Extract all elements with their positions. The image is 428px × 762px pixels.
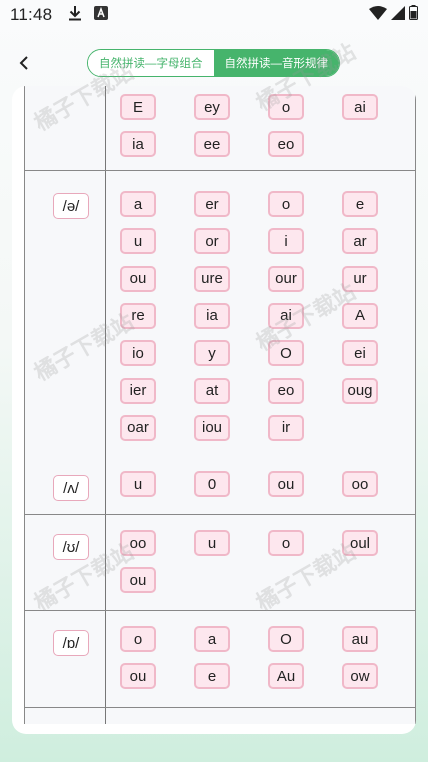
phonetic-symbol: /ɒ/ [53,630,89,656]
letter-tag[interactable]: eo [268,377,304,404]
letter-tag[interactable]: ai [342,94,378,120]
letter-tag[interactable]: o [268,191,304,217]
letter-tag[interactable]: oar [120,414,156,441]
header: 自然拼读—字母组合 自然拼读—音形规律 [0,46,428,80]
letter-tag[interactable]: oo [342,471,378,497]
back-button[interactable] [12,51,36,75]
wifi-icon [369,5,387,25]
letter-tag[interactable]: ee [194,131,230,158]
tab-sound-shape-rules[interactable]: 自然拼读—音形规律 [213,50,339,76]
letter-tag[interactable]: ia [194,302,230,329]
letter-tag[interactable]: 0 [194,471,230,497]
letter-tag[interactable]: i [268,228,304,255]
letter-tag[interactable]: ow [342,663,378,690]
letter-tag[interactable]: o [268,530,304,556]
letter-tag[interactable]: o [120,626,156,652]
letter-tag[interactable]: ir [268,414,304,441]
letter-tag[interactable]: ei [342,340,378,367]
signal-icon [391,5,405,25]
row-divider [25,514,415,515]
letter-tag[interactable]: re [120,302,156,329]
letter-tag[interactable]: ar [342,228,378,255]
letter-tag[interactable]: oug [342,377,378,404]
letter-tag[interactable]: Au [268,663,304,690]
row-divider [25,707,415,708]
letter-tag[interactable]: ier [120,377,156,404]
letter-tag[interactable]: ou [120,567,156,594]
download-icon [68,5,82,26]
letter-tag[interactable]: ey [194,94,230,120]
letter-tag[interactable]: A [342,302,378,329]
letter-tag[interactable]: oo [120,530,156,556]
letter-tag[interactable]: ai [268,302,304,329]
row-divider [25,170,415,171]
letter-tag[interactable]: ou [268,471,304,497]
letter-tag[interactable]: e [342,191,378,217]
letter-tag[interactable]: a [194,626,230,652]
letter-tag[interactable]: io [120,340,156,367]
letter-tag[interactable]: u [120,228,156,255]
letter-tag[interactable]: o [268,94,304,120]
notification-icons [68,5,109,26]
letter-tag[interactable]: e [194,663,230,690]
status-indicators [369,5,418,25]
letter-tag[interactable]: ure [194,265,230,292]
status-bar: 11:48 [0,0,428,30]
battery-icon [409,5,418,25]
tab-letter-combinations[interactable]: 自然拼读—字母组合 [88,50,214,76]
letter-tag[interactable]: au [342,626,378,652]
letter-tag[interactable]: ou [120,265,156,292]
phonetic-symbol: /ə/ [53,193,89,219]
letter-tag[interactable]: O [268,626,304,652]
phonics-table: Eey o ai ia ee eo/ə/a er o e u or i ar ou ure our ur re ia… [24,86,416,724]
phonetic-symbol: /ʌ/ [53,475,89,501]
letter-tag[interactable]: E [120,94,156,120]
phonetic-symbol: /ʊ/ [53,534,89,560]
letter-tag[interactable]: ou [120,663,156,690]
letter-tag[interactable]: iou [194,414,230,441]
letter-tag[interactable]: oul [342,530,378,556]
letter-tag[interactable]: y [194,340,230,367]
letter-tag[interactable]: u [194,530,230,556]
letter-tag[interactable]: a [120,191,156,217]
letter-tag[interactable]: eo [268,131,304,158]
letter-tag[interactable]: u [120,471,156,497]
letter-tag[interactable]: our [268,265,304,292]
letter-tag[interactable]: ur [342,265,378,292]
row-divider [25,610,415,611]
letter-tag[interactable]: or [194,228,230,255]
app-a-icon [94,5,109,25]
content-card: Eey o ai ia ee eo/ə/a er o e u or i ar ou ure our ur re ia… [12,86,416,734]
letter-tag[interactable]: er [194,191,230,217]
column-divider [105,86,106,724]
letter-tag[interactable]: ia [120,131,156,158]
segment-control: 自然拼读—字母组合 自然拼读—音形规律 [87,49,340,77]
status-time: 11:48 [10,5,53,24]
letter-tag[interactable]: O [268,340,304,367]
chevron-left-icon [19,56,28,70]
letter-tag[interactable]: at [194,377,230,404]
